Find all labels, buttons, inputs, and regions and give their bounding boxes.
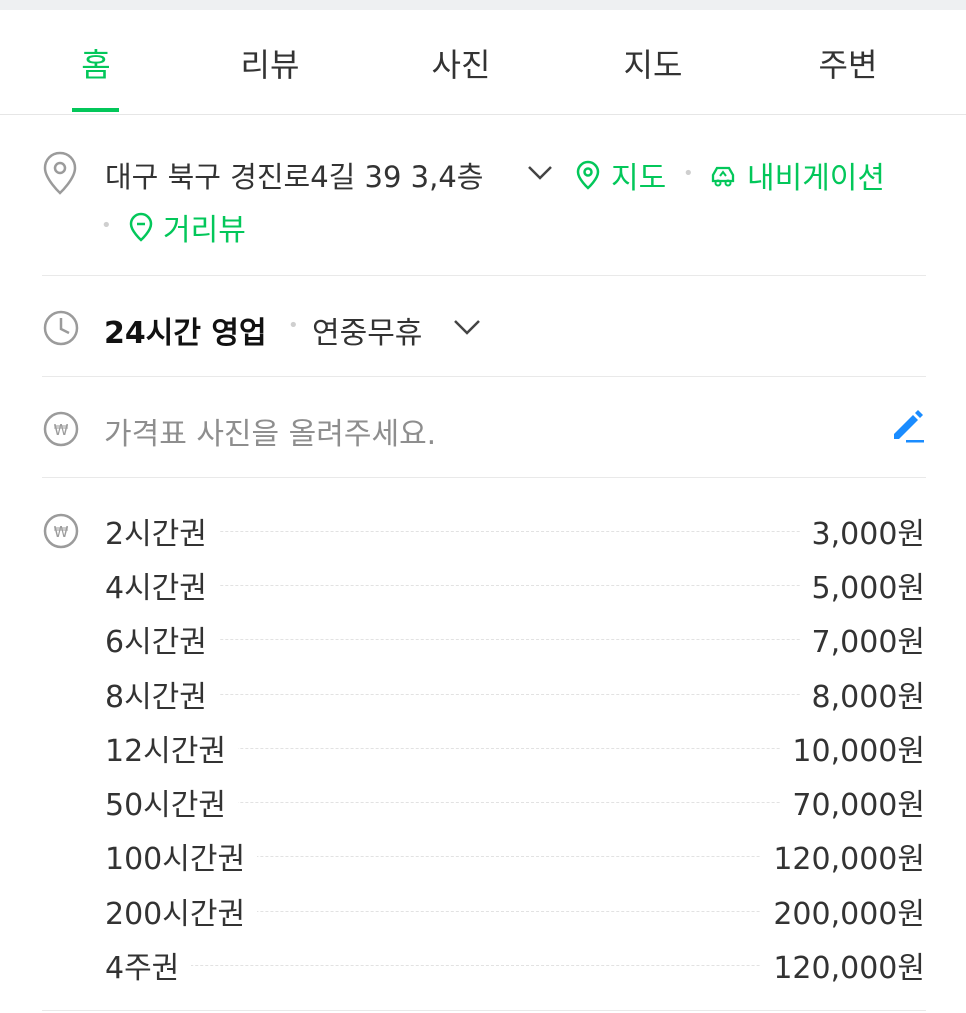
map-pin-icon xyxy=(576,160,600,190)
separator-dot: • xyxy=(683,163,694,184)
price-row: 100시간권 120,000원 xyxy=(105,834,925,878)
price-item-value: 10,000원 xyxy=(780,726,925,770)
won-icon: ₩ xyxy=(43,513,79,549)
chevron-down-icon[interactable] xyxy=(527,164,553,182)
price-item-value: 5,000원 xyxy=(799,563,925,607)
price-item-name: 12시간권 xyxy=(105,726,238,770)
tab-photos[interactable]: 사진 xyxy=(391,40,531,86)
holiday-text: 연중무휴 xyxy=(312,316,423,351)
price-item-value: 3,000원 xyxy=(799,509,925,553)
price-item-value: 7,000원 xyxy=(799,617,925,661)
navigation-link[interactable]: 내비게이션 xyxy=(747,153,885,197)
separator-dot: • xyxy=(101,215,112,236)
price-row: 12시간권 10,000원 xyxy=(105,726,925,770)
divider xyxy=(42,275,926,276)
price-row: 4주권 120,000원 xyxy=(105,943,925,987)
chevron-down-icon[interactable] xyxy=(453,318,481,336)
streetview-pin-icon xyxy=(129,212,153,242)
tab-map[interactable]: 지도 xyxy=(583,40,723,86)
price-item-name: 8시간권 xyxy=(105,672,219,716)
tab-bar: 홈 리뷰 사진 지도 주변 xyxy=(0,10,966,115)
tab-home[interactable]: 홈 xyxy=(26,40,166,86)
price-item-value: 8,000원 xyxy=(799,672,925,716)
streetview-link[interactable]: 거리뷰 xyxy=(163,205,246,249)
hours-status: 24시간 영업 xyxy=(104,316,267,351)
tab-nearby[interactable]: 주변 xyxy=(778,40,918,86)
price-item-name: 6시간권 xyxy=(105,617,219,661)
edit-pencil-icon[interactable] xyxy=(890,408,926,444)
price-item-value: 70,000원 xyxy=(780,780,925,824)
divider xyxy=(42,1010,926,1011)
price-row: 6시간권 7,000원 xyxy=(105,617,925,661)
price-row: 4시간권 5,000원 xyxy=(105,563,925,607)
price-photo-prompt: 가격표 사진을 올려주세요. xyxy=(104,417,437,452)
price-item-name: 4주권 xyxy=(105,943,192,987)
won-icon: ₩ xyxy=(43,411,79,447)
price-item-name: 200시간권 xyxy=(105,889,258,933)
divider xyxy=(42,376,926,377)
price-item-name: 4시간권 xyxy=(105,563,219,607)
active-tab-indicator xyxy=(72,108,119,112)
price-item-name: 2시간권 xyxy=(105,509,219,553)
price-item-value: 200,000원 xyxy=(761,889,925,933)
svg-text:₩: ₩ xyxy=(54,421,69,439)
price-row: 50시간권 70,000원 xyxy=(105,780,925,824)
price-row: 8시간권 8,000원 xyxy=(105,672,925,716)
map-link[interactable]: 지도 xyxy=(611,153,666,197)
price-item-name: 50시간권 xyxy=(105,780,238,824)
price-item-name: 100시간권 xyxy=(105,834,258,878)
tab-reviews[interactable]: 리뷰 xyxy=(200,40,340,86)
car-navigation-icon xyxy=(711,166,735,187)
top-strip xyxy=(0,0,966,10)
address-text: 대구 북구 경진로4길 39 3,4층 xyxy=(105,160,484,194)
price-item-value: 120,000원 xyxy=(761,834,925,878)
price-row: 200시간권 200,000원 xyxy=(105,889,925,933)
clock-icon xyxy=(43,310,79,346)
svg-text:₩: ₩ xyxy=(54,523,69,541)
location-pin-icon xyxy=(43,151,77,195)
price-row: 2시간권 3,000원 xyxy=(105,509,925,553)
divider xyxy=(42,477,926,478)
separator-dot: • xyxy=(288,315,299,336)
price-item-value: 120,000원 xyxy=(761,943,925,987)
